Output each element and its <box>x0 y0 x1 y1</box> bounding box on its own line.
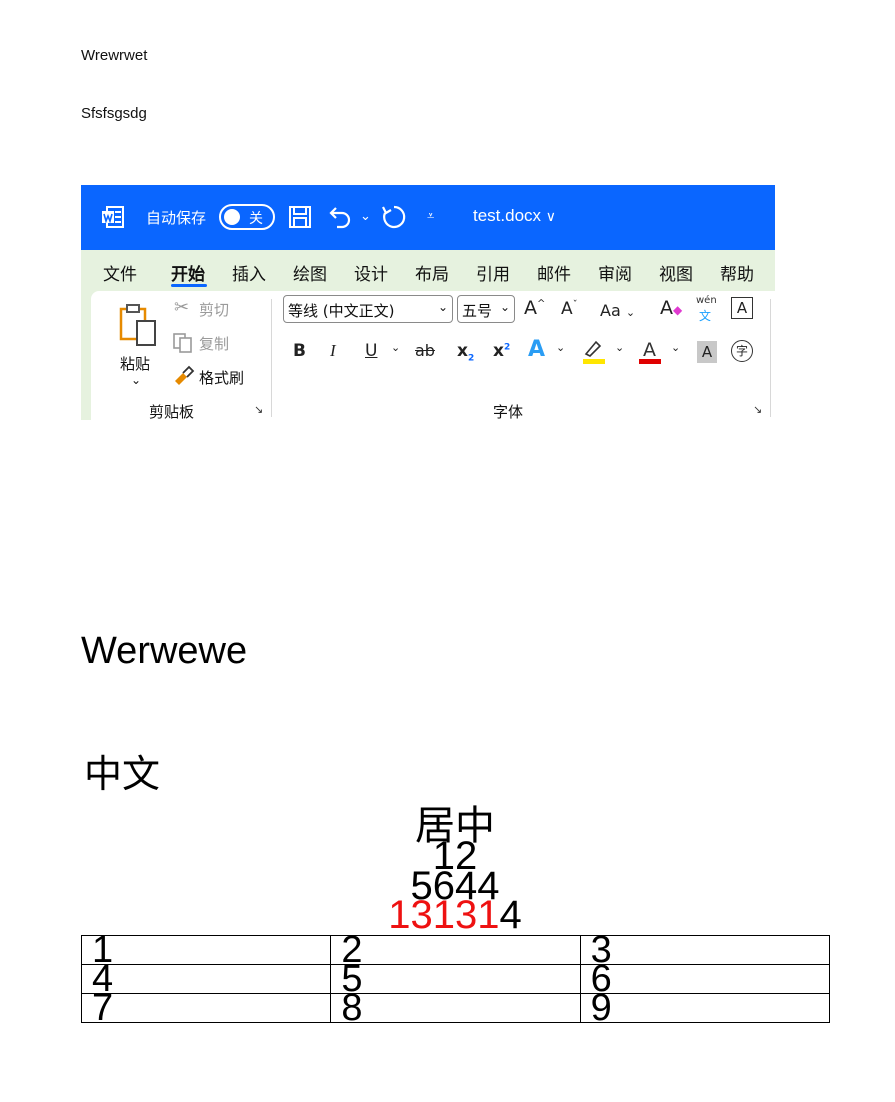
format-painter-icon[interactable] <box>173 365 195 387</box>
undo-dropdown-chevron-icon[interactable]: ⌄ <box>360 203 371 231</box>
superscript-base: x <box>493 341 504 361</box>
table-row: 1 2 3 <box>80 931 831 969</box>
text-effects-icon[interactable]: A <box>528 337 545 362</box>
character-shading-icon[interactable]: A <box>697 341 717 363</box>
undo-icon[interactable] <box>328 204 354 230</box>
phonetic-guide-top: wén <box>696 295 717 306</box>
copy-button[interactable]: 复制 <box>199 333 229 354</box>
format-painter-button[interactable]: 格式刷 <box>199 367 244 388</box>
file-name-chevron: ∨ <box>545 208 557 224</box>
font-size-select[interactable]: 五号 ⌄ <box>457 295 515 323</box>
clipboard-launcher-icon[interactable]: ↘ <box>254 403 263 416</box>
customize-icon[interactable]: ⩡ <box>427 203 434 231</box>
underline-dropdown-chevron-icon[interactable]: ⌄ <box>391 341 400 354</box>
save-icon[interactable] <box>289 206 311 228</box>
word-icon[interactable] <box>101 205 125 229</box>
table-cell: 1 <box>80 931 332 969</box>
toggle-knob <box>224 209 240 225</box>
phonetic-guide-icon[interactable]: 文 <box>699 307 711 324</box>
font-launcher-icon[interactable]: ↘ <box>753 403 762 416</box>
table-cell: 2 <box>330 931 581 969</box>
embedded-ribbon-image: 自动保存 关 ⌄ ⩡ test.docx ∨ 文件 开始 插入 绘图 设计 布局… <box>81 185 775 420</box>
table-cell: 3 <box>579 931 831 969</box>
table-row: 4 5 6 <box>80 960 831 998</box>
cut-icon[interactable]: ✂ <box>174 297 189 318</box>
active-tab-indicator <box>171 284 207 287</box>
font-size-value: 五号 <box>462 302 493 320</box>
group-separator-right <box>770 299 771 417</box>
subscript-button[interactable]: x2 <box>457 341 474 363</box>
superscript-mark: 2 <box>503 342 511 353</box>
grow-font-icon[interactable]: A^ <box>524 297 545 319</box>
bold-button[interactable]: B <box>293 341 306 361</box>
group-separator <box>271 299 272 417</box>
table-cell: 9 <box>579 989 831 1027</box>
centered-line-mixed: 131314 <box>0 895 895 935</box>
paste-label[interactable]: 粘贴 <box>120 353 150 374</box>
tab-home[interactable]: 开始 <box>171 260 205 285</box>
redo-icon[interactable] <box>381 204 407 230</box>
tab-view[interactable]: 视图 <box>659 260 693 285</box>
file-name[interactable]: test.docx ∨ <box>473 206 556 226</box>
autosave-toggle[interactable]: 关 <box>219 204 275 230</box>
font-color-chevron-icon[interactable]: ⌄ <box>671 341 680 354</box>
paste-dropdown-chevron-icon[interactable]: ⌄ <box>131 373 141 387</box>
tab-references[interactable]: 引用 <box>476 260 510 285</box>
black-text: 4 <box>499 893 522 937</box>
tab-draw[interactable]: 绘图 <box>293 260 327 285</box>
menu-bar: 文件 开始 插入 绘图 设计 布局 引用 邮件 审阅 视图 帮助 <box>81 250 775 290</box>
superscript-button[interactable]: x2 <box>493 341 510 361</box>
text-effects-chevron-icon[interactable]: ⌄ <box>556 341 565 354</box>
font-size-chevron-icon: ⌄ <box>499 300 510 314</box>
tab-design[interactable]: 设计 <box>354 260 388 285</box>
tab-file[interactable]: 文件 <box>103 260 137 285</box>
subscript-mark: 2 <box>467 353 475 364</box>
table-row: 7 8 9 <box>80 989 831 1027</box>
table-cell: 7 <box>80 989 332 1027</box>
tab-insert[interactable]: 插入 <box>232 260 266 285</box>
font-color-icon[interactable]: A <box>638 337 662 365</box>
strikethrough-button[interactable]: ab <box>415 341 435 360</box>
font-name-value: 等线 (中文正文) <box>288 302 395 320</box>
table-cell: 6 <box>579 960 831 998</box>
tab-help[interactable]: 帮助 <box>720 260 754 285</box>
tab-layout[interactable]: 布局 <box>415 260 449 285</box>
table-cell: 5 <box>330 960 581 998</box>
clear-formatting-icon[interactable]: A◆ <box>660 297 682 319</box>
red-text: 13131 <box>388 893 500 937</box>
subscript-base: x <box>457 341 468 361</box>
clipboard-group-label: 剪贴板 <box>149 403 195 420</box>
highlight-chevron-icon[interactable]: ⌄ <box>615 341 624 354</box>
svg-text:A: A <box>643 339 656 361</box>
data-table: 1 2 3 4 5 6 7 8 9 <box>80 931 831 1027</box>
change-case-label: Aa <box>600 301 621 320</box>
tab-mailings[interactable]: 邮件 <box>537 260 571 285</box>
paragraph-1: Wrewrwet <box>81 47 148 64</box>
character-border-icon[interactable]: A <box>731 297 753 319</box>
title-bar: 自动保存 关 ⌄ ⩡ test.docx ∨ <box>81 185 775 250</box>
paragraph-2: Sfsfsgsdg <box>81 105 147 122</box>
heading-en: Werwewe <box>81 630 248 672</box>
file-name-text: test.docx <box>473 206 542 225</box>
paste-icon[interactable] <box>119 303 159 351</box>
tab-review[interactable]: 审阅 <box>598 260 632 285</box>
italic-button[interactable]: I <box>330 341 336 361</box>
shrink-font-icon[interactable]: Aˇ <box>561 299 578 319</box>
underline-button[interactable]: U <box>365 341 377 361</box>
copy-icon[interactable] <box>173 333 193 353</box>
enclose-characters-icon[interactable]: 字 <box>731 340 753 362</box>
autosave-label: 自动保存 <box>146 209 207 227</box>
highlight-icon[interactable] <box>582 337 606 365</box>
table-cell: 8 <box>330 989 581 1027</box>
font-group-label: 字体 <box>493 403 524 420</box>
heading-cn: 中文 <box>84 752 161 796</box>
table-cell: 4 <box>80 960 332 998</box>
cut-button[interactable]: 剪切 <box>199 299 229 320</box>
font-name-select[interactable]: 等线 (中文正文) ⌄ <box>283 295 453 323</box>
change-case-button[interactable]: Aa ⌄ <box>600 301 635 320</box>
font-name-chevron-icon: ⌄ <box>437 300 448 314</box>
ribbon-panel: 粘贴 ⌄ ✂ 剪切 复制 格式刷 剪贴板 ↘ 等线 (中文正文) ⌄ 五号 ⌄ … <box>91 291 775 420</box>
toggle-state: 关 <box>249 211 263 227</box>
